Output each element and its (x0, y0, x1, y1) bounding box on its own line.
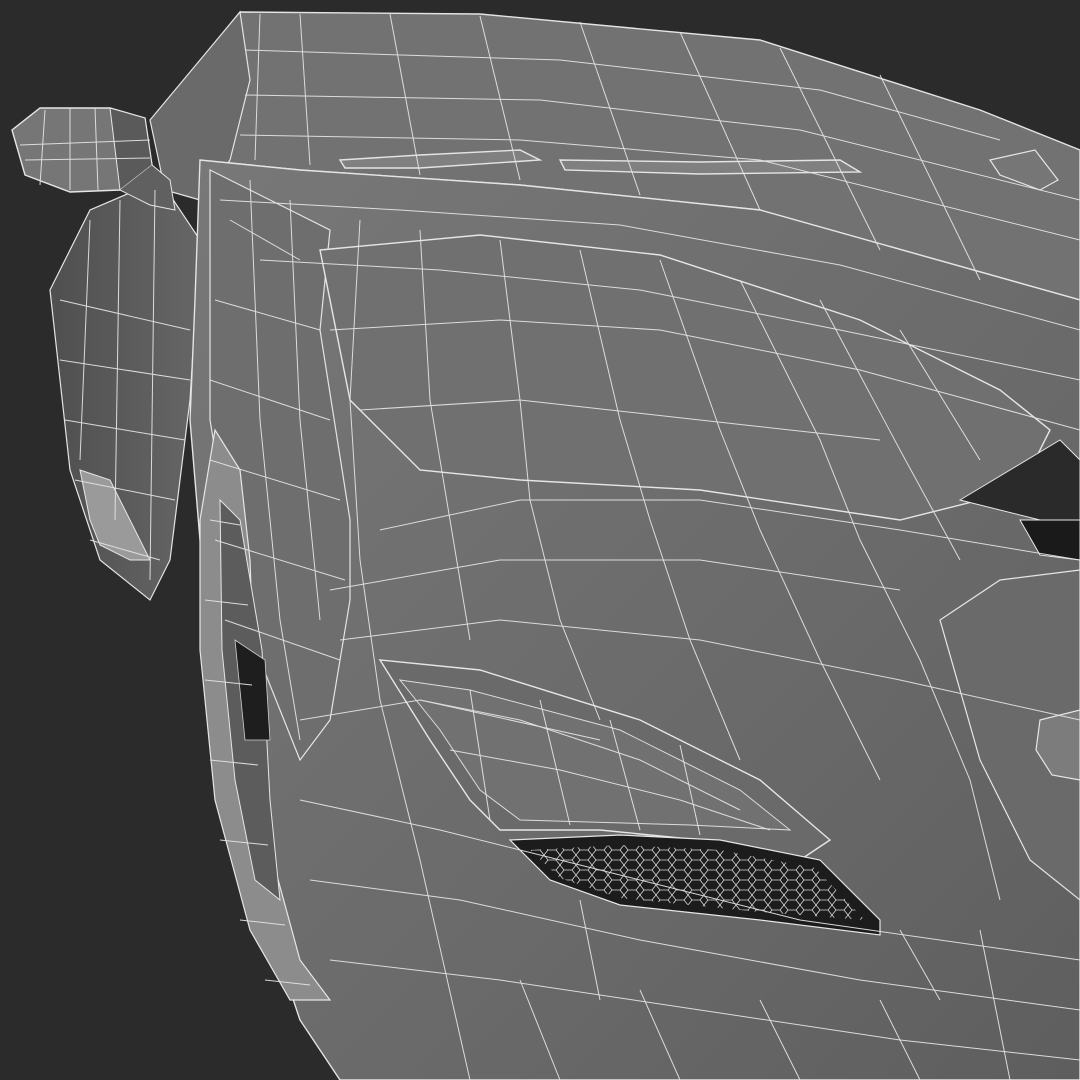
render-viewport (0, 0, 1080, 1080)
car-wireframe-render (0, 0, 1080, 1080)
